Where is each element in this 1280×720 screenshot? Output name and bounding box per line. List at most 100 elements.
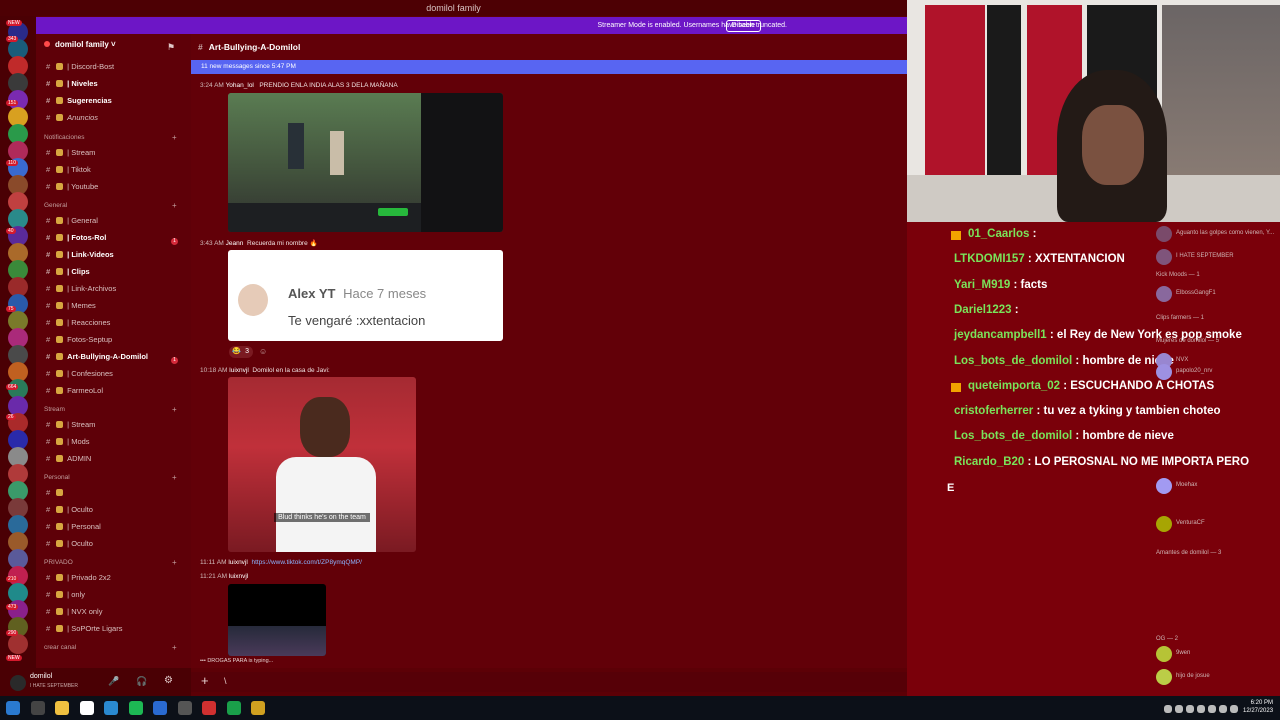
- add-channel-icon[interactable]: +: [172, 133, 177, 142]
- member-avatar[interactable]: [1156, 249, 1172, 265]
- message-composer[interactable]: + \: [191, 672, 907, 692]
- member-list-entry[interactable]: hijo de josue: [1176, 673, 1210, 679]
- category-header[interactable]: Notificaciones: [44, 134, 84, 141]
- add-reaction-icon[interactable]: ☺: [259, 347, 267, 356]
- tiktok-link[interactable]: https://www.tiktok.com/t/ZP8ymqQMP/: [251, 559, 362, 566]
- obs-icon[interactable]: [251, 701, 265, 715]
- tray-battery-icon[interactable]: [1219, 705, 1227, 713]
- category-header[interactable]: crear canal: [44, 644, 76, 651]
- channel-item[interactable]: # | Reacciones: [46, 318, 110, 327]
- add-channel-icon[interactable]: +: [172, 405, 177, 414]
- channel-item[interactable]: # FarmeoLol: [46, 386, 103, 395]
- channel-item[interactable]: # Fotos-Septup: [46, 335, 112, 344]
- member-list-entry[interactable]: ElbossGangF1: [1176, 290, 1216, 296]
- windows-start-icon[interactable]: [6, 701, 20, 715]
- notepad-icon[interactable]: [79, 701, 94, 715]
- channel-item[interactable]: # | General: [46, 216, 98, 225]
- channel-item[interactable]: # | Link-Archivos: [46, 284, 116, 293]
- avatar[interactable]: [10, 675, 26, 691]
- add-attachment-icon[interactable]: +: [201, 673, 209, 688]
- channel-item[interactable]: # Sugerencias: [46, 96, 112, 105]
- tray-app-icon[interactable]: [1175, 705, 1183, 713]
- channel-item[interactable]: # | Oculto: [46, 505, 93, 514]
- disable-streamer-mode-button[interactable]: Disable: [725, 20, 761, 32]
- channel-item[interactable]: # | Personal: [46, 522, 101, 531]
- member-avatar[interactable]: [1156, 226, 1172, 242]
- member-avatar[interactable]: [1156, 669, 1172, 685]
- file-explorer-icon[interactable]: [55, 701, 69, 715]
- channel-item[interactable]: # Anuncios: [46, 113, 98, 122]
- xbox-icon[interactable]: [226, 701, 241, 715]
- channel-item[interactable]: # | Mods: [46, 437, 90, 446]
- channel-item[interactable]: # | SoPOrte Ligars: [46, 624, 122, 633]
- comment-screenshot-image[interactable]: Alex YT Hace 7 meses Te vengaré :xxtenta…: [228, 250, 503, 341]
- channel-item[interactable]: # Art-Bullying-A-Domilol: [46, 352, 148, 361]
- app-icon[interactable]: [177, 701, 192, 715]
- add-member-icon[interactable]: ⚑: [167, 42, 175, 53]
- channel-item[interactable]: # | Privado 2x2: [46, 573, 111, 582]
- chrome-icon[interactable]: [202, 701, 216, 715]
- channel-item[interactable]: # | Memes: [46, 301, 96, 310]
- channel-item[interactable]: # | only: [46, 590, 85, 599]
- stream-chat-input[interactable]: E: [947, 482, 954, 494]
- member-avatar[interactable]: [1156, 478, 1172, 494]
- member-list-entry[interactable]: Moehax: [1176, 482, 1197, 488]
- channel-item[interactable]: #: [46, 488, 67, 497]
- add-channel-icon[interactable]: +: [172, 201, 177, 210]
- member-avatar[interactable]: [1156, 516, 1172, 532]
- add-channel-icon[interactable]: +: [172, 558, 177, 567]
- add-channel-icon[interactable]: +: [172, 473, 177, 482]
- channel-item[interactable]: # | Stream: [46, 148, 95, 157]
- channel-item[interactable]: # | Niveles: [46, 79, 98, 88]
- member-list-entry[interactable]: I HATE SEPTEMBER: [1176, 253, 1234, 259]
- channel-item[interactable]: # ADMIN: [46, 454, 91, 463]
- channel-item[interactable]: # | Clips: [46, 267, 90, 276]
- member-list-entry[interactable]: VenturaCF: [1176, 520, 1205, 526]
- edge-icon[interactable]: [104, 701, 118, 715]
- category-header[interactable]: General: [44, 202, 67, 209]
- member-list-entry[interactable]: Mujeres de domilol — 5: [1156, 338, 1219, 344]
- tray-app-icon[interactable]: [1186, 705, 1194, 713]
- video-thumbnail-image[interactable]: Blud thinks he's on the team: [228, 377, 416, 552]
- tray-app-icon[interactable]: [1230, 705, 1238, 713]
- channel-item[interactable]: # | NVX only: [46, 607, 102, 616]
- tray-chevron-icon[interactable]: [1164, 705, 1172, 713]
- new-messages-bar[interactable]: 11 new messages since 5:47 PM: [191, 60, 907, 74]
- member-list-entry[interactable]: Aguanto las golpes como vienen, Y...: [1176, 230, 1274, 236]
- settings-gear-icon[interactable]: ⚙: [164, 675, 173, 686]
- tray-network-icon[interactable]: [1197, 705, 1205, 713]
- server-icon[interactable]: [8, 634, 28, 654]
- category-header[interactable]: PRIVADO: [44, 559, 73, 566]
- reaction-pill[interactable]: 😂 3: [229, 346, 253, 358]
- member-list-entry[interactable]: Clips farmers — 1: [1156, 315, 1204, 321]
- channel-item[interactable]: # | Confesiones: [46, 369, 113, 378]
- video-embed[interactable]: [228, 584, 326, 656]
- category-header[interactable]: Personal: [44, 474, 70, 481]
- category-header[interactable]: Stream: [44, 406, 65, 413]
- member-avatar[interactable]: [1156, 364, 1172, 380]
- channel-item[interactable]: # | Youtube: [46, 182, 98, 191]
- member-avatar[interactable]: [1156, 646, 1172, 662]
- member-list-entry[interactable]: NVX: [1176, 357, 1188, 363]
- channel-item[interactable]: # | Tiktok: [46, 165, 91, 174]
- channel-item[interactable]: # | Stream: [46, 420, 95, 429]
- spotify-icon[interactable]: [128, 701, 143, 715]
- steam-icon[interactable]: [153, 701, 167, 715]
- mic-icon[interactable]: 🎤: [108, 676, 119, 687]
- channel-item[interactable]: # | Fotos-Rol: [46, 233, 106, 242]
- member-list-entry[interactable]: 9wen: [1176, 650, 1190, 656]
- headset-icon[interactable]: 🎧: [136, 676, 147, 687]
- channel-item[interactable]: # | Discord-Bost: [46, 62, 114, 71]
- add-channel-icon[interactable]: +: [172, 643, 177, 652]
- member-list-entry[interactable]: Kick Moods — 1: [1156, 272, 1200, 278]
- tray-volume-icon[interactable]: [1208, 705, 1216, 713]
- game-screenshot-image[interactable]: [228, 93, 503, 232]
- channel-item[interactable]: # | Oculto: [46, 539, 93, 548]
- member-list-entry[interactable]: OG — 2: [1156, 636, 1178, 642]
- channel-item[interactable]: # | Link-Videos: [46, 250, 114, 259]
- member-avatar[interactable]: [1156, 286, 1172, 302]
- guild-name[interactable]: domilol family ˅: [44, 40, 116, 49]
- member-list-entry[interactable]: Amantes de domilol — 3: [1156, 550, 1221, 556]
- search-icon[interactable]: [30, 701, 45, 715]
- member-list-entry[interactable]: papolo20_nrv: [1176, 368, 1212, 374]
